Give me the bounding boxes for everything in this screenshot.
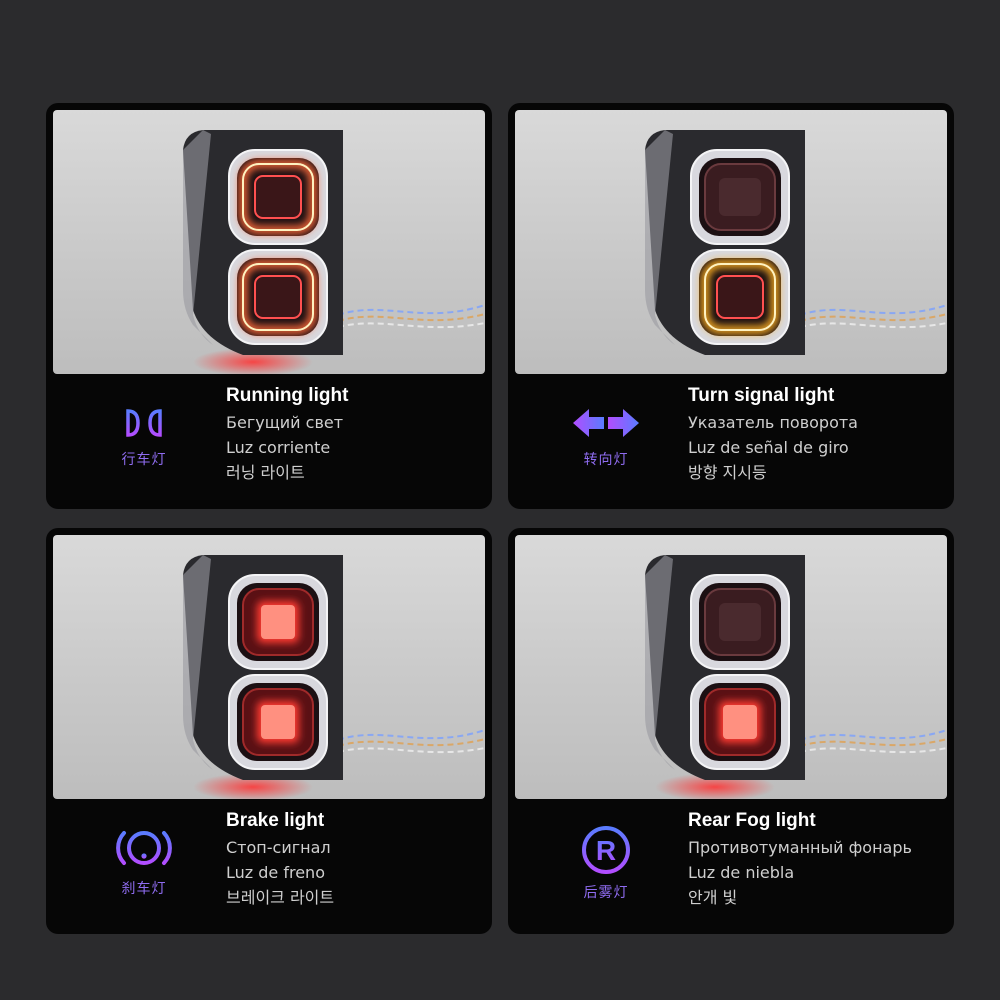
panel-title: Rear Fog light [688,810,816,831]
panel-title: Brake light [226,810,325,831]
korean-label: 브레이크 라이트 [226,888,335,907]
rear-fog-card: R 后雾灯 Rear Fog light Противотуманный фон… [508,528,954,934]
russian-label: Противотуманный фонарь [688,838,912,857]
tail-lamp-image [645,555,947,799]
running-light-icon [114,409,174,437]
brake-light-photo [53,535,485,799]
spanish-label: Luz de freno [226,863,325,882]
panel-title: Turn signal light [688,385,835,406]
running-light-photo [53,110,485,374]
tail-lamp-image [645,130,947,355]
korean-label: 안개 빛 [688,888,738,907]
spanish-label: Luz de niebla [688,863,795,882]
turn-signal-card: 转向灯 Turn signal light Указатель поворота… [508,103,954,509]
russian-label: Указатель поворота [688,413,858,432]
brake-warning-icon [116,831,172,865]
tail-lamp-image [183,130,485,374]
tail-lamp-image [183,555,485,799]
running-light-card: 行车灯 Running light Бегущий свет Luz corri… [46,103,492,509]
rear-fog-r-icon: R [582,826,630,874]
rear-fog-photo [515,535,947,799]
spanish-label: Luz de señal de giro [688,438,849,457]
icon-caption: 行车灯 [121,452,167,468]
russian-label: Бегущий свет [226,413,344,432]
turn-signal-photo [515,110,947,374]
icon-caption: 刹车灯 [121,881,167,897]
russian-label: Стоп-сигнал [226,838,331,857]
korean-label: 러닝 라이트 [226,463,305,482]
korean-label: 방향 지시등 [688,463,767,482]
brake-light-card: 刹车灯 Brake light Стоп-сигнал Luz de freno… [46,528,492,934]
icon-letter: R [596,835,616,866]
turn-signal-arrows-icon [573,409,639,437]
icon-caption: 后雾灯 [583,885,629,901]
spanish-label: Luz corriente [226,438,331,457]
panel-title: Running light [226,385,349,406]
icon-caption: 转向灯 [583,452,629,468]
